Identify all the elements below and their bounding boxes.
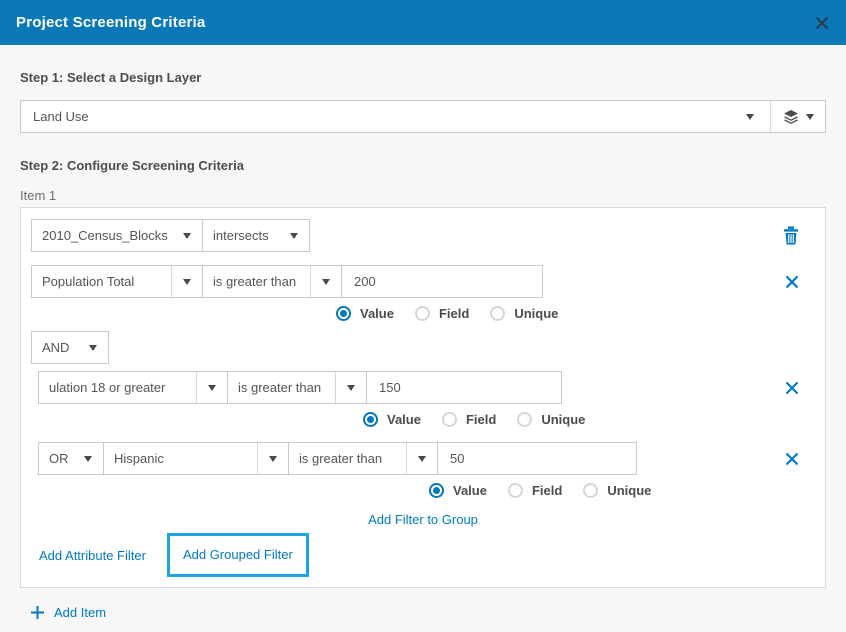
chevron-down-icon (89, 345, 97, 351)
filter-actions-row: Add Attribute Filter Add Grouped Filter (31, 533, 815, 577)
filter3-operator-value: is greater than (289, 451, 406, 466)
filter2-value-type-group: Value Field Unique (363, 409, 815, 429)
radio-unique[interactable] (490, 306, 505, 321)
radio-unique[interactable] (517, 412, 532, 427)
radio-value-selected[interactable] (429, 483, 444, 498)
step2-label: Step 2: Configure Screening Criteria (20, 158, 826, 173)
filter1-field-value: Population Total (32, 274, 171, 289)
radio-unique[interactable] (583, 483, 598, 498)
radio-unique-label: Unique (541, 412, 585, 427)
target-layer-dropdown[interactable]: 2010_Census_Blocks (31, 219, 203, 252)
radio-field[interactable] (415, 306, 430, 321)
chevron-down-icon (269, 456, 277, 462)
grouped-filter-row: OR Hispanic is greater than (38, 442, 815, 475)
chevron-down-icon (322, 279, 330, 285)
radio-field-label: Field (439, 306, 469, 321)
remove-filter3-button[interactable] (785, 452, 799, 466)
filter3-field-value: Hispanic (104, 451, 257, 466)
group-connector-value: AND (32, 340, 78, 355)
trash-icon (783, 226, 799, 245)
filter2-field-value: ulation 18 or greater (39, 380, 196, 395)
chevron-down-icon (806, 114, 814, 120)
item-label: Item 1 (20, 188, 826, 203)
radio-unique-label: Unique (514, 306, 558, 321)
add-filter-to-group-link[interactable]: Add Filter to Group (368, 512, 478, 527)
radio-unique-label: Unique (607, 483, 651, 498)
spatial-operator-value: intersects (203, 228, 279, 243)
chevron-down-icon (84, 456, 92, 462)
filter3-connector-dropdown[interactable]: OR (38, 442, 104, 475)
close-icon (814, 15, 830, 31)
layer-options-button[interactable] (771, 109, 825, 125)
group-connector-row: AND (31, 331, 815, 364)
filter3-connector-value: OR (39, 451, 73, 466)
radio-field-label: Field (532, 483, 562, 498)
radio-field-label: Field (466, 412, 496, 427)
attribute-filter-row: Population Total is greater than (31, 265, 815, 298)
filter3-field-dropdown[interactable]: Hispanic (103, 442, 289, 475)
dialog-header: Project Screening Criteria (0, 0, 846, 45)
radio-value-selected[interactable] (363, 412, 378, 427)
add-grouped-filter-highlight: Add Grouped Filter (167, 533, 309, 577)
chevron-down-icon (183, 279, 191, 285)
chevron-down-icon (347, 385, 355, 391)
chevron-down-icon (418, 456, 426, 462)
filter3-value-input[interactable] (437, 442, 637, 475)
filter3-operator-dropdown[interactable]: is greater than (288, 442, 438, 475)
add-attribute-filter-link[interactable]: Add Attribute Filter (39, 548, 146, 563)
add-item-label: Add Item (54, 605, 106, 620)
remove-filter1-button[interactable] (785, 275, 799, 289)
step1-label: Step 1: Select a Design Layer (20, 70, 826, 85)
design-layer-value: Land Use (21, 109, 746, 124)
add-grouped-filter-link[interactable]: Add Grouped Filter (183, 547, 293, 562)
add-item-button[interactable]: Add Item (30, 605, 826, 620)
dialog-title: Project Screening Criteria (16, 14, 205, 31)
filter1-value-input[interactable] (341, 265, 543, 298)
close-button[interactable] (814, 15, 830, 31)
radio-field[interactable] (442, 412, 457, 427)
close-icon (785, 275, 799, 289)
close-icon (785, 381, 799, 395)
filter2-operator-value: is greater than (228, 380, 335, 395)
chevron-down-icon (290, 233, 298, 239)
spatial-operator-dropdown[interactable]: intersects (202, 219, 310, 252)
filter2-value-input[interactable] (366, 371, 562, 404)
radio-value-label: Value (387, 412, 421, 427)
spatial-filter-row: 2010_Census_Blocks intersects (31, 219, 815, 252)
close-icon (785, 452, 799, 466)
filter1-operator-value: is greater than (203, 274, 310, 289)
group-connector-dropdown[interactable]: AND (31, 331, 109, 364)
delete-item-button[interactable] (783, 226, 799, 245)
target-layer-value: 2010_Census_Blocks (32, 228, 172, 243)
filter1-operator-dropdown[interactable]: is greater than (202, 265, 342, 298)
filter3-value-type-group: Value Field Unique (429, 480, 815, 500)
filter1-field-dropdown[interactable]: Population Total (31, 265, 203, 298)
grouped-filter-row: ulation 18 or greater is greater than (38, 371, 815, 404)
plus-icon (30, 605, 45, 620)
chevron-down-icon (746, 114, 754, 120)
radio-value-selected[interactable] (336, 306, 351, 321)
remove-filter2-button[interactable] (785, 381, 799, 395)
filter2-field-dropdown[interactable]: ulation 18 or greater (38, 371, 228, 404)
item-panel: 2010_Census_Blocks intersects (20, 207, 826, 588)
design-layer-select[interactable]: Land Use (20, 100, 826, 133)
chevron-down-icon (208, 385, 216, 391)
filter2-operator-dropdown[interactable]: is greater than (227, 371, 367, 404)
radio-value-label: Value (453, 483, 487, 498)
layers-icon (783, 109, 799, 125)
radio-value-label: Value (360, 306, 394, 321)
add-filter-to-group-row: Add Filter to Group (31, 511, 815, 529)
chevron-down-icon (183, 233, 191, 239)
filter1-value-type-group: Value Field Unique (336, 303, 815, 323)
radio-field[interactable] (508, 483, 523, 498)
